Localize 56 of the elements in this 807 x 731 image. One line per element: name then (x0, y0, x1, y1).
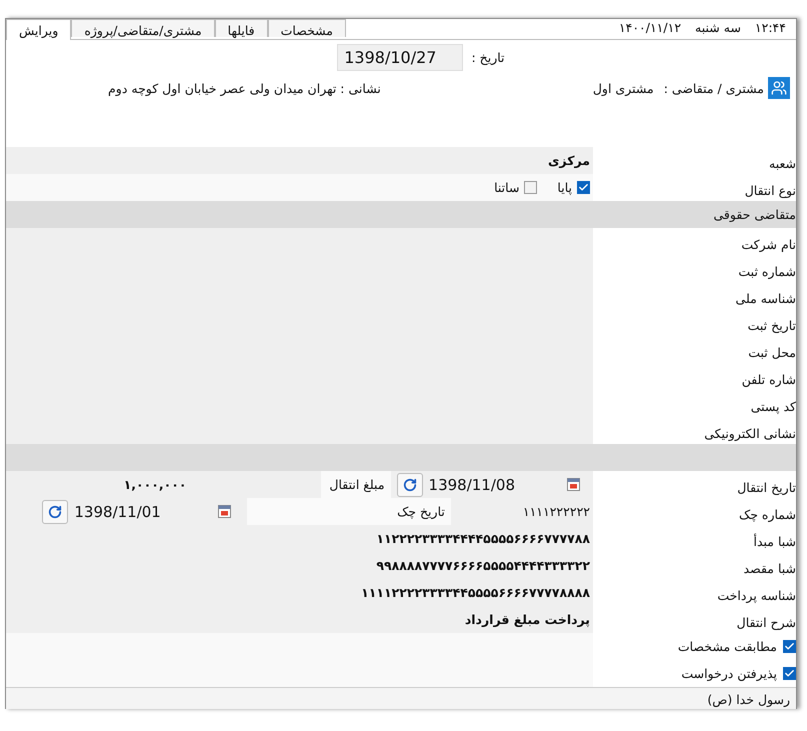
tab[interactable]: مشخصات (268, 19, 346, 37)
transfer-date: 1398/11/08 (428, 476, 515, 494)
field-label: شرح انتقال (736, 615, 796, 630)
tab[interactable]: فایلها (214, 19, 268, 37)
address: نشانی : تهران میدان ولی عصر خیابان اول کوچه دوم (108, 80, 381, 96)
field-label: شبا مقصد (744, 561, 796, 576)
cheque-date-label: تاریخ چک (246, 498, 451, 525)
field-label: محل ثبت (748, 345, 796, 360)
field-label: شبا مبدأ (753, 534, 796, 549)
users-icon (768, 77, 790, 99)
field-value: مرکزی (548, 153, 590, 168)
field-label: تاریخ انتقال (737, 480, 796, 495)
refresh-icon (48, 504, 62, 518)
refresh-icon (402, 478, 417, 492)
calendar-icon[interactable] (218, 505, 231, 518)
checkbox-label: مطابقت مشخصات (678, 639, 777, 654)
option-label: ساتنا (494, 180, 520, 195)
checkbox[interactable] (524, 181, 538, 194)
field-label: کد پستی (750, 399, 796, 414)
tab[interactable]: ویرایش (6, 19, 72, 40)
field-label: شناسه پرداخت (717, 588, 796, 603)
date-field[interactable]: 1398/10/27 (337, 44, 464, 71)
field-value: ۹۹۸۸۸۸۷۷۷۷۶۶۶۶۵۵۵۵۴۴۴۴۳۳۳۳۲۲ (376, 558, 590, 573)
cheque-date: 1398/11/01 (74, 502, 161, 520)
section-title: متقاضی حقوقی (713, 207, 796, 222)
field-value: ۱۱۱۱۲۲۲۲۳۳۳۳۴۴۵۵۵۵۶۶۶۶۷۷۷۷۸۸۸۸ (361, 585, 590, 600)
option-label: پایا (557, 180, 572, 195)
customer-name: مشتری اول (592, 80, 654, 96)
field-label: تاریخ ثبت (748, 318, 796, 333)
customer-label: مشتری / متقاضی : (664, 80, 764, 96)
field-label: نام شرکت (741, 237, 796, 252)
date-label: تاریخ : (471, 50, 505, 65)
refresh-button[interactable] (42, 500, 68, 524)
field-label: شعبه (769, 156, 796, 171)
field-label: نشانی الکترونیکی (704, 426, 796, 441)
field-label: شماره ثبت (738, 264, 796, 279)
field-label: شماره چک (739, 507, 796, 522)
calendar-icon[interactable] (567, 478, 580, 491)
amount-value: ۱,۰۰۰,۰۰۰ (124, 477, 187, 492)
field-label: شناسه ملی (736, 291, 796, 306)
checkbox-label: پذیرفتن درخواست (681, 666, 777, 681)
field-label: نوع انتقال (744, 183, 796, 198)
checkbox[interactable] (783, 640, 796, 653)
clock: ۱۲:۴۴ (754, 20, 786, 35)
field-label: شاره تلفن (742, 372, 796, 387)
checkbox[interactable] (577, 181, 590, 194)
field-value: پرداخت مبلغ قرارداد (464, 612, 590, 627)
cheque-number: ۱۱۱۱۲۲۲۲۲۲ (522, 504, 590, 519)
tab[interactable]: مشتری/متقاضی/پروژه (71, 19, 215, 37)
amount-label: مبلغ انتقال (320, 471, 391, 498)
field-value: ۱۱۲۲۲۲۳۳۳۳۴۴۴۴۵۵۵۵۶۶۶۶۷۷۷۷۸۸ (376, 531, 590, 546)
weekday: سه شنبه (695, 20, 741, 35)
refresh-button[interactable] (396, 472, 423, 496)
checkbox[interactable] (783, 667, 796, 680)
footer-text: رسول خدا (ص) (707, 692, 790, 707)
current-date: ۱۴۰۰/۱۱/۱۲ (618, 20, 682, 35)
